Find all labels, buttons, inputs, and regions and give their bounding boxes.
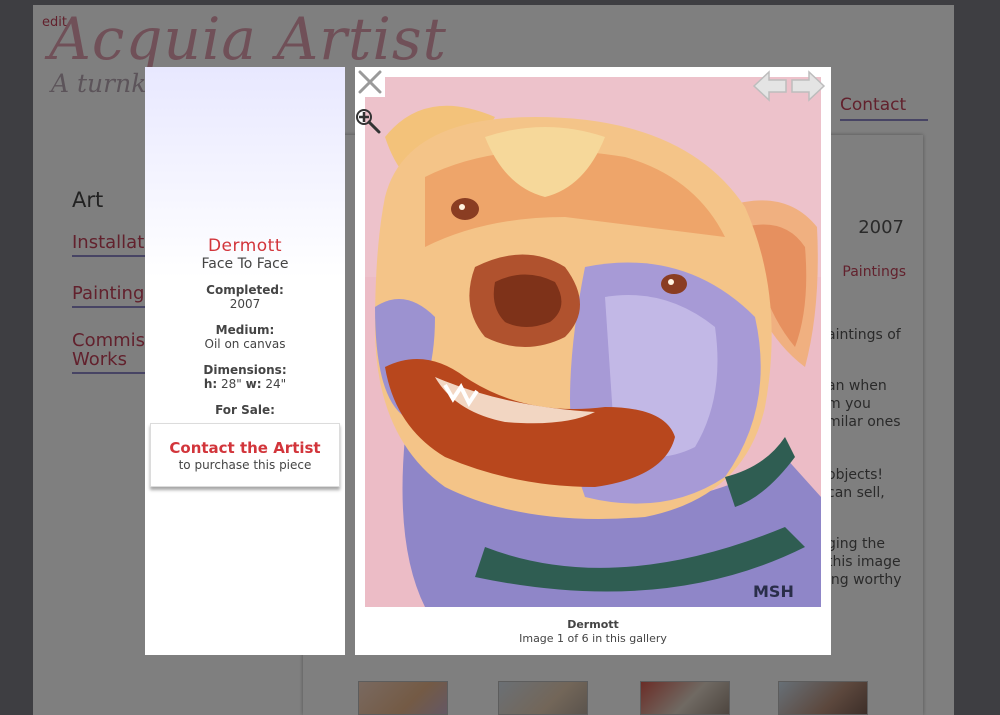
width-value: 24": [265, 377, 287, 391]
dimensions-value: h: 28" w: 24": [145, 377, 345, 391]
close-icon: [355, 70, 385, 101]
height-value: 28": [221, 377, 242, 391]
completed-value: 2007: [229, 297, 261, 311]
lightbox-image-panel: MSH Dermott Image 1 of 6 in this gallery: [355, 67, 831, 655]
close-button[interactable]: [355, 67, 385, 97]
artist-signature: MSH: [753, 582, 794, 601]
arrow-left-icon: [752, 70, 788, 107]
contact-artist-subtitle: to purchase this piece: [178, 458, 312, 472]
medium-label: Medium:: [215, 323, 275, 337]
completed-label: Completed:: [206, 283, 284, 297]
zoom-button[interactable]: [353, 106, 383, 136]
image-caption-count: Image 1 of 6 in this gallery: [519, 632, 667, 645]
artwork-subtitle: Face To Face: [201, 256, 289, 272]
width-label: w:: [245, 377, 262, 391]
contact-artist-title: Contact the Artist: [169, 439, 321, 457]
image-caption-title: Dermott: [567, 618, 619, 631]
contact-artist-button[interactable]: Contact the Artist to purchase this piec…: [150, 423, 340, 487]
artwork-image[interactable]: MSH: [365, 77, 821, 607]
artwork-info-panel: Dermott Face To Face Completed: 2007 Med…: [145, 67, 345, 655]
medium-value: Oil on canvas: [204, 337, 286, 351]
artwork-title: Dermott: [207, 236, 283, 256]
height-label: h:: [203, 377, 218, 391]
zoom-in-icon: [353, 109, 383, 140]
next-image-button[interactable]: [790, 69, 826, 103]
dimensions-label: Dimensions:: [203, 363, 287, 377]
previous-image-button[interactable]: [752, 69, 788, 103]
for-sale-label: For Sale:: [215, 403, 275, 417]
arrow-right-icon: [790, 70, 826, 107]
